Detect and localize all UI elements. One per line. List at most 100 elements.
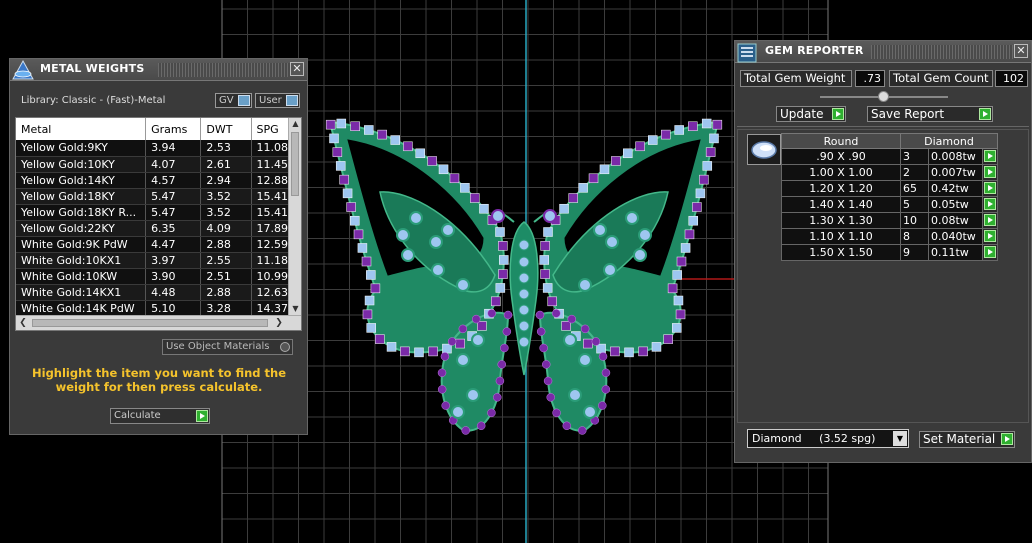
- bead-gem: [561, 321, 571, 331]
- drag-grip[interactable]: [158, 63, 290, 77]
- gv-toggle-label: GV: [219, 95, 234, 106]
- scroll-thumb[interactable]: [291, 132, 299, 196]
- round-gem-thumbnail[interactable]: [747, 134, 781, 165]
- horizontal-scrollbar[interactable]: ❮ ❯: [16, 315, 301, 330]
- gem-weight-cell: 0.040tw: [928, 228, 983, 245]
- drag-grip[interactable]: [871, 45, 1013, 59]
- close-icon[interactable]: ✕: [290, 62, 304, 76]
- gem-row[interactable]: 1.30 X 1.30 10 0.08tw: [781, 212, 998, 229]
- go-arrow-icon[interactable]: [984, 182, 996, 194]
- table-row[interactable]: Yellow Gold:14KY 4.57 2.94 12.88: [16, 172, 301, 189]
- bead-gem: [536, 327, 546, 336]
- column-header-metal[interactable]: Metal: [16, 118, 147, 140]
- bead-gem: [543, 376, 553, 386]
- round-gem: [466, 388, 480, 402]
- gem-row[interactable]: 1.00 X 1.00 2 0.007tw: [781, 164, 998, 181]
- gem-list: Round Diamond .90 X .90 3 0.008tw 1.00 X 1.…: [737, 129, 1029, 423]
- bead-gem: [624, 347, 634, 358]
- bead-gem: [498, 241, 508, 251]
- table-row[interactable]: White Gold:14KX1 4.48 2.88 12.63: [16, 284, 301, 301]
- gem-row-action[interactable]: [982, 244, 998, 261]
- go-arrow-icon[interactable]: [979, 108, 991, 120]
- metal-name-cell: Yellow Gold:9KY: [16, 140, 147, 157]
- round-gem: [429, 235, 443, 249]
- bead-gem: [651, 342, 662, 352]
- save-report-label: Save Report: [871, 107, 945, 121]
- go-arrow-icon[interactable]: [1001, 433, 1013, 445]
- gem-row[interactable]: 1.10 X 1.10 8 0.040tw: [781, 228, 998, 245]
- grams-cell: 4.47: [145, 236, 202, 253]
- dwt-cell: 2.53: [200, 140, 252, 157]
- set-material-button[interactable]: Set Material: [919, 431, 1015, 448]
- table-row[interactable]: Yellow Gold:22KY 6.35 4.09 17.89: [16, 220, 301, 237]
- table-row[interactable]: Yellow Gold:18KY R... 5.47 3.52 15.41: [16, 204, 301, 221]
- gem-row-action[interactable]: [982, 228, 998, 245]
- bead-gem: [499, 255, 509, 265]
- table-row[interactable]: White Gold:9K PdW 4.47 2.88 12.59: [16, 236, 301, 253]
- table-row[interactable]: Yellow Gold:18KY 5.47 3.52 15.41: [16, 188, 301, 205]
- update-button[interactable]: Update: [776, 106, 846, 122]
- go-arrow-icon[interactable]: [832, 108, 844, 120]
- antenna-gem: [491, 209, 505, 223]
- bead-gem: [588, 173, 599, 184]
- table-row[interactable]: White Gold:10KX1 3.97 2.55 11.18: [16, 252, 301, 269]
- gem-reporter-panel: GEM REPORTER ✕ Total Gem Weight .73 Tota…: [734, 40, 1032, 463]
- slider-knob[interactable]: [878, 91, 889, 102]
- bead-gem: [498, 269, 508, 279]
- dwt-cell: 3.52: [200, 188, 252, 205]
- material-select[interactable]: Diamond (3.52 spg) ▼: [747, 429, 909, 448]
- go-arrow-icon[interactable]: [984, 246, 996, 258]
- scroll-right-icon[interactable]: ❯: [272, 317, 286, 329]
- gem-row-action[interactable]: [982, 212, 998, 229]
- body-gem: [518, 304, 530, 316]
- radio-icon[interactable]: [280, 342, 290, 352]
- go-arrow-icon[interactable]: [984, 230, 996, 242]
- scroll-left-icon[interactable]: ❮: [16, 317, 30, 329]
- use-object-materials-label: Use Object Materials: [166, 341, 270, 352]
- table-row[interactable]: White Gold:14K PdW 5.10 3.28 14.37: [16, 300, 301, 317]
- go-arrow-icon[interactable]: [984, 150, 996, 162]
- metal-weights-titlebar[interactable]: METAL WEIGHTS ✕: [10, 59, 307, 81]
- bead-gem: [390, 135, 400, 145]
- go-arrow-icon[interactable]: [984, 166, 996, 178]
- gem-row[interactable]: 1.20 X 1.20 65 0.42tw: [781, 180, 998, 197]
- gem-row[interactable]: .90 X .90 3 0.008tw: [781, 148, 998, 165]
- close-icon[interactable]: ✕: [1014, 44, 1028, 58]
- gem-row-action[interactable]: [982, 196, 998, 213]
- scroll-up-icon[interactable]: ▲: [289, 118, 301, 130]
- column-header-dwt[interactable]: DWT: [200, 118, 252, 140]
- dwt-cell: 2.94: [200, 172, 252, 189]
- table-row[interactable]: Yellow Gold:10KY 4.07 2.61 11.45: [16, 156, 301, 173]
- table-row[interactable]: Yellow Gold:9KY 3.94 2.53 11.08: [16, 140, 301, 157]
- bead-gem: [539, 343, 548, 353]
- chevron-down-icon[interactable]: ▼: [893, 431, 907, 446]
- scroll-thumb[interactable]: [32, 319, 268, 327]
- scroll-down-icon[interactable]: ▼: [289, 303, 301, 315]
- column-header-grams[interactable]: Grams: [145, 118, 202, 140]
- save-report-button[interactable]: Save Report: [867, 106, 993, 122]
- go-arrow-icon[interactable]: [196, 410, 208, 422]
- gem-row-action[interactable]: [982, 180, 998, 197]
- gem-row[interactable]: 1.40 X 1.40 5 0.05tw: [781, 196, 998, 213]
- table-row[interactable]: White Gold:10KW 3.90 2.51 10.99: [16, 268, 301, 285]
- total-gem-weight-label: Total Gem Weight: [740, 70, 852, 87]
- go-arrow-icon[interactable]: [984, 214, 996, 226]
- gem-row-action[interactable]: [982, 164, 998, 181]
- gem-row-action[interactable]: [982, 148, 998, 165]
- bead-gem: [335, 161, 346, 171]
- metal-table-container: Metal Grams DWT SPG Yellow Gold:9KY 3.94 2…: [15, 117, 302, 331]
- use-object-materials-option[interactable]: Use Object Materials: [162, 339, 293, 355]
- bead-gem: [610, 346, 620, 357]
- calculate-button[interactable]: Calculate: [110, 408, 210, 424]
- metal-weights-panel: METAL WEIGHTS ✕ Library: Classic - (Fast…: [9, 58, 308, 435]
- go-arrow-icon[interactable]: [984, 198, 996, 210]
- user-toggle[interactable]: User: [255, 93, 300, 108]
- gem-weight-cell: 0.08tw: [928, 212, 983, 229]
- vertical-scrollbar[interactable]: ▲ ▼: [288, 118, 301, 315]
- gem-row[interactable]: 1.50 X 1.50 9 0.11tw: [781, 244, 998, 261]
- gem-slider[interactable]: [820, 91, 948, 102]
- gv-toggle[interactable]: GV: [215, 93, 252, 108]
- body-gem: [518, 272, 530, 284]
- gem-reporter-titlebar[interactable]: GEM REPORTER ✕: [735, 41, 1031, 63]
- bead-gem: [695, 188, 706, 199]
